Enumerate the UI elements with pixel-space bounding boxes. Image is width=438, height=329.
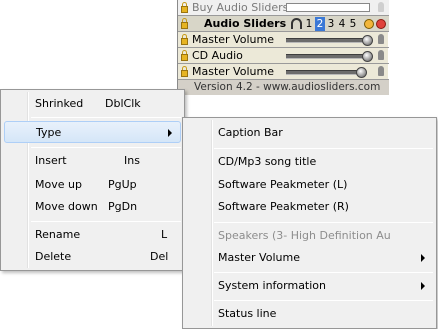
menu-item-insert[interactable]: Insert Ins [4, 150, 181, 172]
menu-item-master-volume[interactable]: Master Volume [186, 247, 433, 269]
version-line[interactable]: Version 4.2 - www.audiosliders.com [178, 80, 389, 95]
menu-item-label: Shrinked [35, 97, 84, 110]
menu-separator [214, 272, 433, 273]
menu-item-speakers: Speakers (3- High Definition Au [186, 225, 433, 247]
menu-item-shortcut: DblClk [105, 97, 141, 110]
volume-knob[interactable] [362, 35, 373, 46]
menu-item-label: Caption Bar [218, 126, 283, 139]
menu-item-label: Type [36, 126, 62, 139]
audio-sliders-widget: Buy Audio Sliders Audio Sliders 1 2 3 4 … [177, 0, 389, 95]
lock-icon[interactable] [181, 66, 188, 77]
menu-item-label: Master Volume [218, 251, 300, 264]
menu-item-label: CD/Mp3 song title [218, 155, 317, 168]
menu-item-move-up[interactable]: Move up PgUp [4, 174, 181, 196]
context-menu: Shrinked DblClk Type Insert Ins Move up … [0, 89, 185, 271]
volume-track[interactable] [286, 54, 366, 59]
menu-item-label: Insert [35, 154, 67, 167]
channel-label: CD Audio [192, 49, 243, 62]
menu-item-system-information[interactable]: System information [186, 275, 433, 297]
type-submenu: Caption Bar CD/Mp3 song title Software P… [182, 117, 437, 329]
menu-separator [31, 117, 181, 118]
channel-label: Master Volume [192, 65, 274, 78]
widget-title: Audio Sliders [204, 17, 287, 30]
volume-track[interactable] [286, 70, 366, 75]
buy-row[interactable]: Buy Audio Sliders [178, 0, 389, 16]
menu-item-label: Software Peakmeter (L) [218, 178, 348, 191]
menu-item-label: Rename [35, 228, 81, 241]
menu-separator [214, 148, 433, 149]
menu-item-label: Status line [218, 307, 277, 320]
menu-item-label: System information [218, 279, 327, 292]
lock-icon[interactable] [181, 50, 188, 61]
header-row: Audio Sliders 1 2 3 4 5 [178, 16, 389, 32]
tab-4[interactable]: 4 [337, 17, 347, 31]
channel-row: Master Volume [178, 64, 389, 80]
tab-3[interactable]: 3 [326, 17, 336, 31]
menu-item-peakmeter-left[interactable]: Software Peakmeter (L) [186, 174, 433, 196]
menu-item-label: Delete [35, 250, 72, 263]
buy-label[interactable]: Buy Audio Sliders [192, 1, 288, 15]
volume-track[interactable] [286, 38, 366, 43]
minimize-icon[interactable] [364, 19, 374, 29]
menu-item-label: Move down [35, 200, 98, 213]
lock-icon[interactable] [181, 2, 188, 13]
headset-icon[interactable] [291, 18, 302, 29]
menu-item-shortcut: PgDn [108, 200, 138, 213]
menu-item-label: Move up [35, 178, 82, 191]
channel-label: Master Volume [192, 33, 274, 46]
menu-separator [214, 222, 433, 223]
close-icon[interactable] [376, 19, 386, 29]
menu-item-shortcut: L [161, 228, 168, 241]
submenu-arrow-icon [168, 129, 172, 137]
menu-item-caption-bar[interactable]: Caption Bar [186, 122, 433, 144]
speaker-icon[interactable] [376, 50, 386, 62]
speaker-icon[interactable] [376, 2, 386, 14]
tab-1[interactable]: 1 [304, 17, 314, 31]
menu-item-shrinked[interactable]: Shrinked DblClk [4, 93, 181, 115]
buy-bar [286, 3, 370, 12]
lock-icon[interactable] [181, 18, 188, 29]
submenu-arrow-icon [421, 254, 425, 262]
menu-item-peakmeter-right[interactable]: Software Peakmeter (R) [186, 196, 433, 218]
menu-item-label: Software Peakmeter (R) [218, 200, 349, 213]
menu-item-label: Speakers (3- High Definition Au [218, 229, 391, 242]
menu-item-type[interactable]: Type [4, 121, 181, 143]
menu-item-shortcut: PgUp [108, 178, 137, 191]
speaker-icon[interactable] [376, 34, 386, 46]
menu-item-cd-song-title[interactable]: CD/Mp3 song title [186, 151, 433, 173]
menu-item-delete[interactable]: Delete Del [4, 246, 181, 268]
tab-2[interactable]: 2 [315, 17, 325, 31]
lock-icon[interactable] [181, 34, 188, 45]
menu-item-move-down[interactable]: Move down PgDn [4, 196, 181, 218]
menu-item-shortcut: Del [150, 250, 169, 263]
menu-item-shortcut: Ins [124, 154, 140, 167]
menu-item-rename[interactable]: Rename L [4, 224, 181, 246]
channel-row: Master Volume [178, 32, 389, 48]
volume-knob[interactable] [356, 67, 367, 78]
volume-knob[interactable] [362, 51, 373, 62]
tab-5[interactable]: 5 [348, 17, 358, 31]
speaker-icon[interactable] [376, 66, 386, 78]
menu-separator [31, 221, 181, 222]
menu-separator [214, 300, 433, 301]
channel-row: CD Audio [178, 48, 389, 64]
menu-item-status-line[interactable]: Status line [186, 303, 433, 325]
submenu-arrow-icon [421, 282, 425, 290]
menu-separator [31, 147, 181, 148]
